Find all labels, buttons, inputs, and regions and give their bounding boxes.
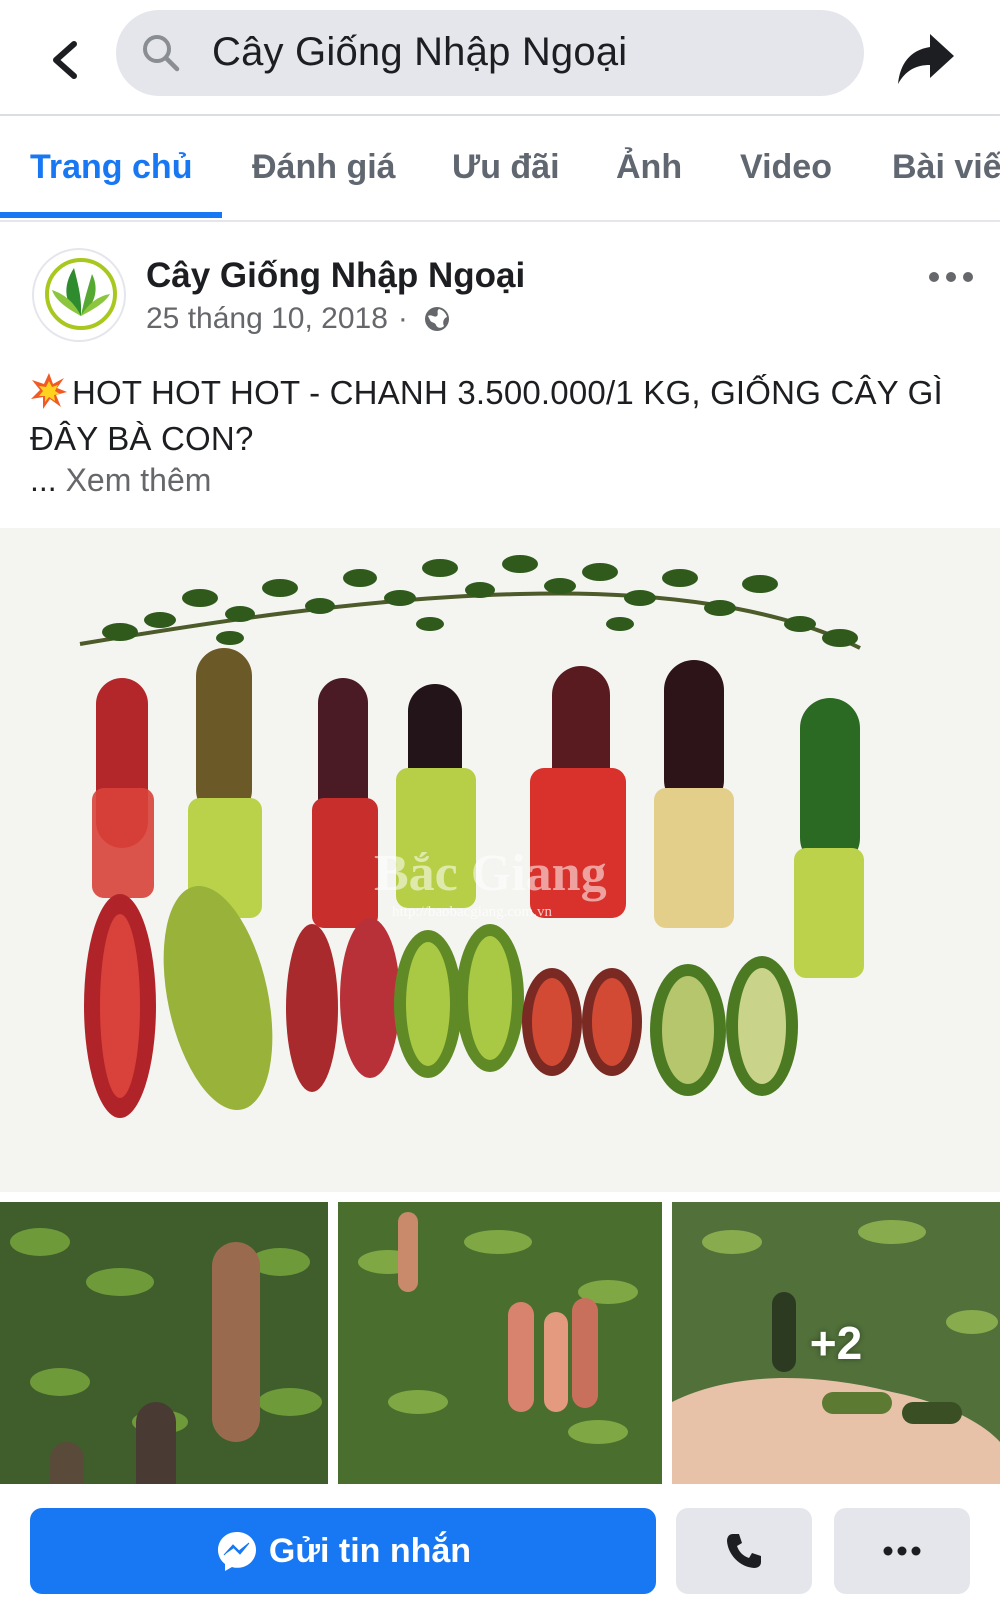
finger-lime-branch-photo	[338, 1202, 662, 1484]
leaf-logo-icon	[45, 258, 117, 330]
page-tabs: Trang chủ Đánh giá Ưu đãi Ảnh Video Bài …	[0, 118, 1000, 222]
back-button[interactable]	[44, 38, 88, 82]
send-message-button[interactable]: Gửi tin nhắn	[30, 1508, 656, 1594]
see-more-dots: ...	[30, 462, 57, 498]
more-photos-count: +2	[809, 1317, 863, 1369]
search-icon	[143, 35, 180, 72]
share-arrow-icon	[898, 34, 954, 84]
meta-separator: ·	[397, 302, 408, 335]
post-photo-3[interactable]	[338, 1202, 662, 1484]
search-query: Cây Giống Nhập Ngoại	[212, 30, 628, 74]
back-arrow-icon	[53, 41, 77, 79]
active-tab-indicator	[0, 212, 222, 218]
post-text: HOT HOT HOT - CHANH 3.500.000/1 KG, GIỐN…	[30, 370, 970, 462]
post-photo-4[interactable]: +2	[672, 1202, 1000, 1484]
messenger-icon	[217, 1532, 256, 1571]
more-icon	[883, 1546, 921, 1556]
post-photo-2[interactable]	[0, 1202, 328, 1484]
tab-videos[interactable]: Video	[740, 148, 832, 187]
see-more-link[interactable]: ... Xem thêm	[30, 462, 211, 499]
photo-watermark-url: http://baobacgiang.com.vn	[392, 904, 552, 920]
call-button[interactable]	[676, 1508, 812, 1594]
page-avatar[interactable]	[32, 248, 126, 342]
more-horizontal-icon	[929, 272, 973, 282]
post-options-button[interactable]	[926, 262, 976, 292]
photo-watermark: Bắc Giang	[374, 845, 607, 902]
share-button[interactable]	[894, 30, 958, 88]
tab-home[interactable]: Trang chủ	[30, 148, 192, 187]
phone-icon	[727, 1534, 761, 1568]
see-more-label: Xem thêm	[65, 462, 212, 498]
globe-icon	[424, 307, 449, 331]
finger-lime-tree-photo	[0, 1202, 328, 1484]
post-author[interactable]: Cây Giống Nhập Ngoại	[146, 256, 525, 296]
more-actions-button[interactable]	[834, 1508, 970, 1594]
post-date[interactable]: 25 tháng 10, 2018	[146, 302, 388, 336]
search-bar[interactable]: Cây Giống Nhập Ngoại	[116, 10, 864, 96]
tab-posts[interactable]: Bài viết	[892, 148, 1000, 187]
tab-photos[interactable]: Ảnh	[616, 148, 682, 187]
post-body-text: HOT HOT HOT - CHANH 3.500.000/1 KG, GIỐN…	[30, 374, 943, 457]
post-main-photo[interactable]: Bắc Giang http://baobacgiang.com.vn	[0, 528, 1000, 1192]
top-bar: Cây Giống Nhập Ngoại	[0, 0, 1000, 116]
post-meta: 25 tháng 10, 2018 ·	[146, 302, 452, 336]
more-photos-overlay: +2	[672, 1202, 1000, 1484]
tab-reviews[interactable]: Đánh giá	[252, 148, 396, 187]
action-bar: Gửi tin nhắn	[0, 1490, 1000, 1604]
send-message-label: Gửi tin nhắn	[268, 1531, 472, 1570]
collision-emoji-icon	[31, 373, 67, 409]
tab-offers[interactable]: Ưu đãi	[452, 148, 560, 187]
